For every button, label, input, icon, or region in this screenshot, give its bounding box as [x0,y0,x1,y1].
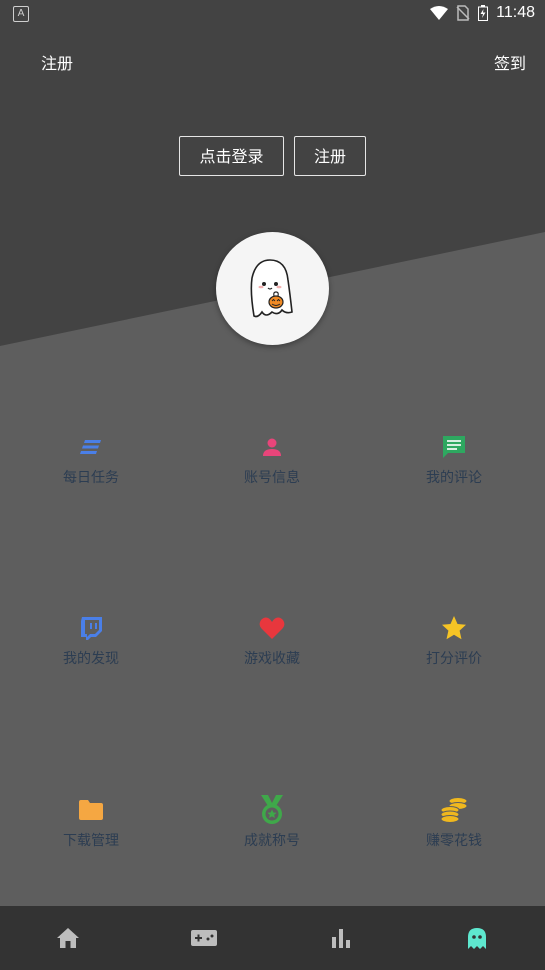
status-time: 11:48 [496,4,535,21]
list-icon [80,440,101,454]
bottom-navigation [0,906,545,970]
menu-item-account-info[interactable]: 账号信息 [182,433,362,487]
menu-item-label: 成就称号 [244,833,300,849]
menu-item-earn-money[interactable]: 赚零花钱 [364,796,544,850]
menu-item-label: 账号信息 [244,470,300,486]
check-in-link[interactable]: 签到 [494,50,526,74]
twitch-icon [81,617,102,640]
register-button[interactable]: 注册 [294,136,366,176]
ghost-icon [467,928,486,949]
tab-home[interactable] [0,906,136,970]
menu-item-label: 赚零花钱 [426,833,482,849]
menu-item-my-comments[interactable]: 我的评论 [364,433,544,487]
menu-item-achievements[interactable]: 成就称号 [182,795,362,850]
menu-item-my-discoveries[interactable]: 我的发现 [1,614,181,668]
tab-profile[interactable] [409,906,545,970]
person-icon [263,438,281,456]
menu-item-label: 打分评价 [426,651,482,667]
comment-icon [443,436,465,458]
menu-item-game-favorites[interactable]: 游戏收藏 [182,614,362,668]
wifi-icon [430,6,449,20]
menu-item-label: 游戏收藏 [244,651,300,667]
gamepad-icon [191,930,218,946]
menu-item-daily-tasks[interactable]: 每日任务 [1,433,181,487]
folder-icon [79,800,103,820]
home-icon [57,928,80,948]
menu-item-label: 我的评论 [426,470,482,486]
register-link[interactable]: 注册 [41,50,73,74]
star-icon [442,616,466,640]
tab-games[interactable] [136,906,272,970]
avatar[interactable] [216,232,329,345]
battery-icon [478,5,489,21]
menu-item-label: 我的发现 [63,651,119,667]
medal-icon [261,795,283,824]
status-bar: A 11:48 [0,0,545,28]
menu-item-rating[interactable]: 打分评价 [364,614,544,668]
menu-item-label: 每日任务 [63,470,119,486]
no-sim-icon [456,5,470,21]
heart-icon [259,617,285,639]
menu-item-download-manager[interactable]: 下载管理 [1,796,181,850]
menu-item-label: 下载管理 [63,833,119,849]
ghost-avatar-icon [250,259,293,318]
tab-stats[interactable] [273,906,409,970]
chart-icon [331,929,350,948]
login-button[interactable]: 点击登录 [179,136,284,176]
app-notification-icon: A [13,6,29,22]
coins-icon [440,797,468,823]
